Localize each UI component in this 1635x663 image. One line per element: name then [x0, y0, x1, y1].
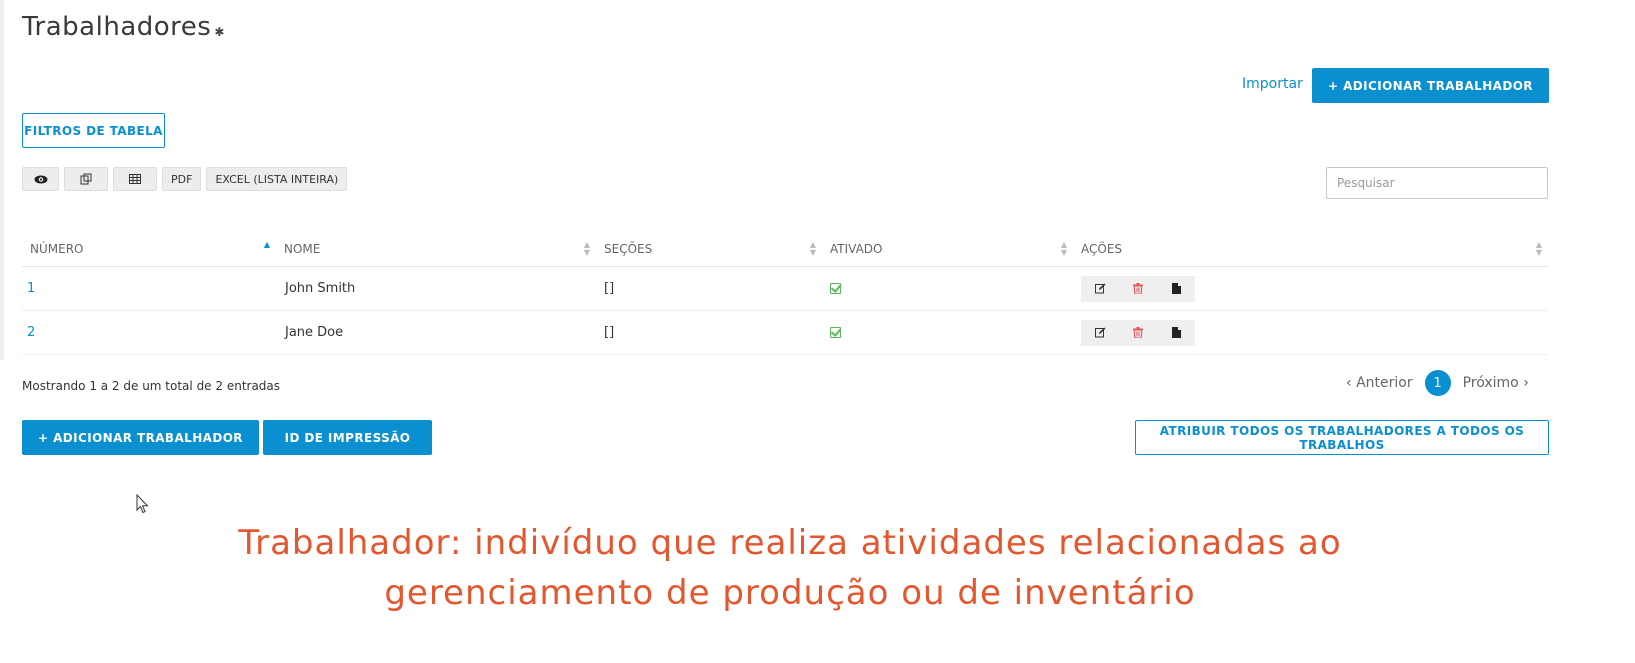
eye-icon[interactable]	[22, 167, 59, 191]
mouse-pointer-icon	[136, 494, 149, 514]
table-header: NÚMERO ▲ NOME ▲ ▼ SEÇÕES ▲ ▼ ATIVADO ▲ ▼ AÇ…	[22, 232, 1548, 267]
search-input[interactable]	[1326, 167, 1548, 199]
edit-icon[interactable]	[1081, 275, 1119, 302]
column-header-name[interactable]: NOME ▲ ▼	[276, 232, 596, 266]
copy-icon[interactable]	[64, 167, 108, 191]
column-header-enabled[interactable]: ATIVADO ▲ ▼	[822, 232, 1073, 266]
page-number-button[interactable]: 1	[1424, 370, 1451, 396]
page-title-text: Trabalhadores	[22, 12, 212, 42]
table-icon[interactable]	[113, 167, 157, 191]
worker-sections: []	[604, 325, 615, 340]
worker-name: John Smith	[285, 281, 356, 296]
assign-all-workers-button[interactable]: ATRIBUIR TODOS OS TRABALHADORES A TODOS …	[1135, 420, 1549, 455]
table-info: Mostrando 1 a 2 de um total de 2 entrada…	[22, 379, 281, 393]
sort-icon: ▲ ▼	[1535, 240, 1542, 257]
import-link[interactable]: Importar	[1242, 76, 1303, 92]
left-edge	[0, 0, 4, 360]
trash-icon[interactable]	[1119, 275, 1157, 302]
enabled-check-icon	[830, 283, 841, 294]
column-header-number[interactable]: NÚMERO ▲	[22, 232, 276, 266]
sort-icon: ▲ ▼	[1060, 240, 1067, 257]
sort-asc-icon: ▲	[263, 240, 270, 249]
pagination: ‹ Anterior 1 Próximo ›	[1346, 370, 1529, 396]
next-page-button[interactable]: Próximo ›	[1463, 375, 1529, 391]
add-worker-button-bottom[interactable]: + ADICIONAR TRABALHADOR	[22, 420, 259, 455]
caption-line-2: gerenciamento de produção ou de inventár…	[384, 573, 1196, 613]
workers-table: NÚMERO ▲ NOME ▲ ▼ SEÇÕES ▲ ▼ ATIVADO ▲ ▼ AÇ…	[22, 232, 1548, 355]
page-title: Trabalhadores ✱	[22, 12, 225, 42]
caption: Trabalhador: indivíduo que realiza ativi…	[0, 518, 1580, 618]
enabled-check-icon	[830, 327, 841, 338]
sort-icon: ▲ ▼	[809, 240, 816, 257]
add-worker-button-top[interactable]: + ADICIONAR TRABALHADOR	[1312, 68, 1549, 103]
pdf-export-button[interactable]: PDF	[162, 167, 202, 191]
print-id-button[interactable]: ID DE IMPRESSÃO	[263, 420, 432, 455]
worker-sections: []	[604, 281, 615, 296]
row-actions	[1081, 319, 1195, 346]
row-actions	[1081, 275, 1195, 302]
column-header-sections[interactable]: SEÇÕES ▲ ▼	[596, 232, 822, 266]
document-icon[interactable]	[1157, 275, 1195, 302]
previous-page-button[interactable]: ‹ Anterior	[1346, 375, 1413, 391]
document-icon[interactable]	[1157, 319, 1195, 346]
table-filters-button[interactable]: FILTROS DE TABELA	[22, 113, 165, 148]
gear-icon[interactable]: ✱	[214, 25, 225, 39]
worker-number-link[interactable]: 2	[22, 311, 276, 354]
caption-line-1: Trabalhador: indivíduo que realiza ativi…	[238, 523, 1342, 563]
table-toolbar: PDF EXCEL (LISTA INTEIRA)	[22, 167, 348, 191]
table-row: 1 John Smith []	[22, 267, 1548, 311]
sort-icon: ▲ ▼	[583, 240, 590, 257]
trash-icon[interactable]	[1119, 319, 1157, 346]
excel-export-button[interactable]: EXCEL (LISTA INTEIRA)	[206, 167, 348, 191]
worker-name: Jane Doe	[285, 325, 344, 340]
table-row: 2 Jane Doe []	[22, 311, 1548, 355]
edit-icon[interactable]	[1081, 319, 1119, 346]
worker-number-link[interactable]: 1	[22, 267, 276, 310]
column-header-actions[interactable]: AÇÕES ▲ ▼	[1073, 232, 1548, 266]
